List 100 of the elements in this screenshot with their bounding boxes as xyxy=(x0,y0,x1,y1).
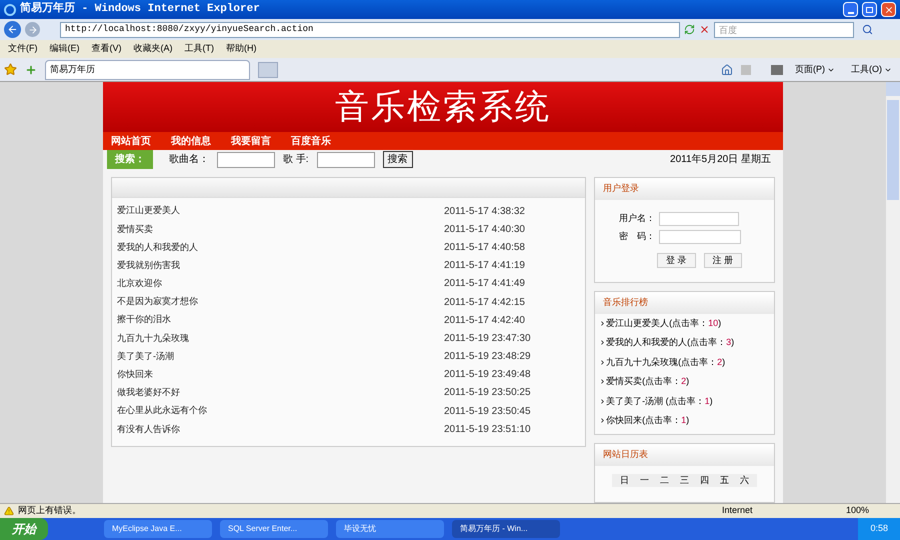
weekday-label: 五 xyxy=(720,474,730,486)
nav-link[interactable]: 百度音乐 xyxy=(291,134,331,148)
bullet-icon xyxy=(599,320,606,327)
search-icon[interactable] xyxy=(862,24,873,35)
song-time: 2011-5-17 4:40:58 xyxy=(444,240,525,255)
username-field[interactable] xyxy=(659,212,740,226)
song-link[interactable]: 爱江山更爱美人 xyxy=(117,204,444,218)
song-time: 2011-5-19 23:49:48 xyxy=(444,368,531,382)
panel-title: 网站日历表 xyxy=(595,444,774,466)
song-time: 2011-5-19 23:47:30 xyxy=(444,332,531,346)
song-link[interactable]: 不是因为寂寞才想你 xyxy=(117,295,444,309)
command-button[interactable]: 工具(O) xyxy=(847,62,896,76)
warning-icon[interactable] xyxy=(4,506,14,516)
stop-icon[interactable] xyxy=(699,24,710,35)
scrollbar[interactable] xyxy=(886,82,900,503)
bullet-icon xyxy=(599,378,606,386)
song-link[interactable]: 在心里从此永远有个你 xyxy=(117,404,444,418)
menu-item[interactable]: 收藏夹(A) xyxy=(134,42,172,56)
restore-button[interactable] xyxy=(862,2,877,17)
address-field[interactable]: http://localhost:8080/zxyy/yinyueSearch.action xyxy=(60,22,680,38)
singer-field[interactable] xyxy=(316,152,375,168)
start-button[interactable]: 开始 xyxy=(0,518,48,540)
bullet-icon xyxy=(599,358,606,366)
weekday-label: 六 xyxy=(740,474,750,486)
login-button[interactable]: 登 录 xyxy=(657,252,696,268)
taskbar-button[interactable]: SQL Server Enter... xyxy=(220,520,328,538)
song-time: 2011-5-19 23:50:25 xyxy=(444,386,531,400)
bullet-icon xyxy=(599,398,606,405)
back-icon[interactable] xyxy=(4,21,21,38)
song-time: 2011-5-17 4:42:15 xyxy=(444,296,525,310)
login-button[interactable]: 注 册 xyxy=(704,252,742,268)
taskbar-button[interactable]: 简易万年历 - Win... xyxy=(452,520,560,538)
clock: 0:58 xyxy=(858,518,900,540)
song-link[interactable]: 擦干你的泪水 xyxy=(117,313,444,327)
menu-item[interactable]: 工具(T) xyxy=(184,42,214,56)
song-link[interactable]: 九百九十九朵玫瑰 xyxy=(117,332,444,346)
bullet-icon xyxy=(599,339,606,346)
weekday-label: 三 xyxy=(680,474,690,486)
refresh-icon[interactable] xyxy=(684,24,695,35)
weekday-label: 一 xyxy=(640,474,650,486)
ranking-link[interactable]: 你快回来(点击率：1) xyxy=(595,411,774,430)
taskbar-button[interactable]: 毕设无忧 xyxy=(336,520,444,538)
close-button[interactable] xyxy=(881,2,896,17)
weekday-label: 日 xyxy=(620,474,630,486)
menu-item[interactable]: 帮助(H) xyxy=(226,42,256,56)
nav-link[interactable]: 网站首页 xyxy=(111,134,151,148)
search-badge: 搜索： xyxy=(107,150,153,169)
song-link[interactable]: 北京欢迎你 xyxy=(117,277,444,291)
song-time: 2011-5-17 4:41:49 xyxy=(444,277,525,292)
taskbar-button[interactable]: MyEclipse Java E... xyxy=(104,520,212,538)
zoom-text[interactable]: 100% xyxy=(846,504,896,518)
singer-label: 歌 手: xyxy=(283,152,309,167)
browser-tab[interactable]: 简易万年历 xyxy=(45,60,250,80)
panel-title: 音乐排行榜 xyxy=(595,292,774,314)
song-link[interactable]: 美了美了-汤潮 xyxy=(117,350,444,364)
song-time: 2011-5-17 4:38:32 xyxy=(444,204,525,219)
site-title: 音乐检索系统 xyxy=(335,86,551,128)
zone-text: Internet xyxy=(722,504,754,518)
song-time: 2011-5-19 23:48:29 xyxy=(444,350,531,364)
ranking-link[interactable]: 爱我的人和我爱的人(点击率：3) xyxy=(595,333,774,352)
song-link[interactable]: 有没有人告诉你 xyxy=(117,422,444,436)
song-time: 2011-5-19 23:50:45 xyxy=(444,404,531,419)
weekday-label: 二 xyxy=(660,474,670,486)
ie-icon xyxy=(4,4,16,16)
close-icon xyxy=(884,4,894,14)
add-favorite-icon[interactable] xyxy=(25,64,37,76)
ranking-link[interactable]: 爱情买卖(点击率：2) xyxy=(595,372,774,392)
song-time: 2011-5-17 4:40:30 xyxy=(444,222,525,237)
song-link[interactable]: 爱我的人和我爱的人 xyxy=(117,240,444,254)
song-label: 歌曲名： xyxy=(169,152,209,167)
new-tab-button[interactable] xyxy=(258,62,278,78)
nav-link[interactable]: 我的信息 xyxy=(171,134,211,148)
song-link[interactable]: 爱我就别伤害我 xyxy=(117,258,444,272)
nav-link[interactable]: 我要留言 xyxy=(231,134,271,148)
weekday-label: 四 xyxy=(700,474,710,486)
song-time: 2011-5-19 23:51:10 xyxy=(444,422,531,437)
menu-item[interactable]: 文件(F) xyxy=(8,42,38,56)
ranking-link[interactable]: 爱江山更爱美人(点击率：10) xyxy=(595,314,774,333)
song-link[interactable]: 爱情买卖 xyxy=(117,222,444,236)
home-icon[interactable] xyxy=(721,64,733,76)
panel-title: 用户登录 xyxy=(595,178,774,200)
ranking-link[interactable]: 美了美了-汤潮 (点击率：1) xyxy=(595,392,774,411)
menu-item[interactable]: 查看(V) xyxy=(92,42,122,56)
window-title: 简易万年历 - Windows Internet Explorer xyxy=(20,1,260,18)
song-time: 2011-5-17 4:42:40 xyxy=(444,314,525,328)
song-field[interactable] xyxy=(217,152,275,168)
password-field[interactable] xyxy=(659,230,742,244)
password-label: 密 码： xyxy=(619,230,656,243)
song-link[interactable]: 你快回来 xyxy=(117,368,444,382)
star-icon[interactable] xyxy=(4,63,17,76)
song-link[interactable]: 做我老婆好不好 xyxy=(117,386,444,400)
forward-icon[interactable] xyxy=(25,22,40,37)
minimize-button[interactable] xyxy=(843,2,858,17)
search-button[interactable]: 搜索 xyxy=(382,151,413,168)
menu-item[interactable]: 编辑(E) xyxy=(50,42,80,56)
username-label: 用户名： xyxy=(619,212,656,225)
date-text: 2011年5月20日 星期五 xyxy=(670,152,771,167)
ranking-link[interactable]: 九百九十九朵玫瑰(点击率：2) xyxy=(595,352,774,372)
search-field[interactable]: 百度 xyxy=(714,22,854,38)
command-button[interactable]: 页面(P) xyxy=(791,62,839,76)
